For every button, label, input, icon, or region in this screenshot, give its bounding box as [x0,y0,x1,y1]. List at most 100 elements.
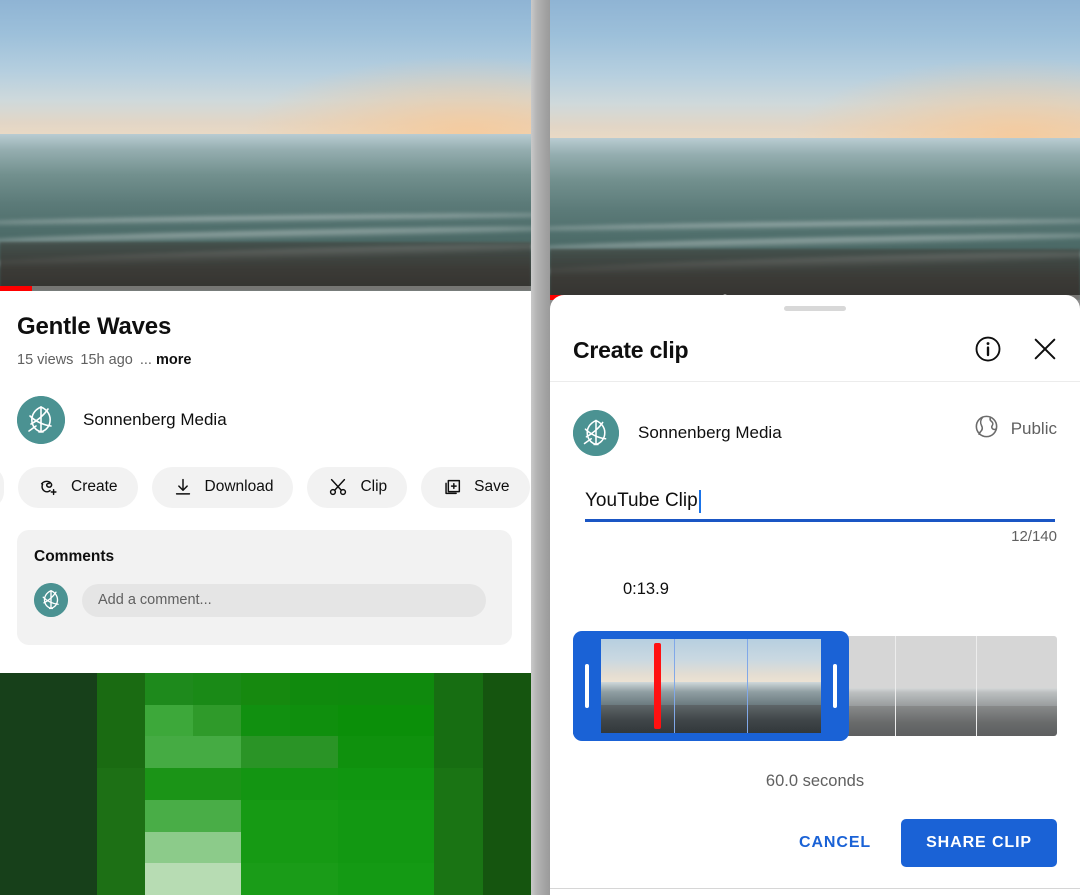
clip-title-value: YouTube Clip [585,490,698,511]
green-pixel [482,863,531,895]
scissors-icon [327,476,349,498]
selection-handle-right[interactable] [832,664,837,708]
video-sand [0,241,531,291]
comments-heading: Comments [34,548,115,565]
privacy-selector[interactable]: Public [973,413,1057,445]
chip-label: Create [71,478,118,495]
comment-placeholder: Add a comment... [98,592,212,608]
input-underline [585,519,1055,522]
video-meta[interactable]: 15 views 15h ago... more [17,352,191,368]
green-pixel [386,863,435,895]
green-pixel [482,704,531,737]
screenshot-stage: Gentle Waves 15 views 15h ago... more So… [0,0,1080,895]
timeline-frame [895,636,977,736]
green-pixel [96,768,145,800]
green-pixel [482,768,531,800]
green-pixel [337,704,387,737]
green-pixel [289,673,338,705]
avatar [573,410,619,456]
green-pixel [48,736,97,769]
green-pixel [289,736,338,769]
create-button[interactable]: Create [18,466,138,508]
download-button[interactable]: Download [151,466,294,508]
selection-handle-left[interactable] [585,664,589,708]
green-pixel [482,831,531,864]
green-pixel [337,736,387,769]
selection-frames [601,639,821,733]
green-pixel [434,768,483,800]
green-pixel [337,673,387,705]
clip-start-time: 0:13.9 [623,580,669,598]
green-pixel [96,673,145,705]
info-circle-icon[interactable] [973,334,1003,369]
video-sky [0,0,531,140]
ellipsis: ... [139,352,152,368]
avatar [34,583,68,617]
green-pixel [144,768,194,800]
green-pixel [434,673,483,705]
timeline-frame [976,636,1057,736]
sheet-header-icons [973,333,1061,370]
green-pixel [193,863,242,895]
channel-name[interactable]: Sonnenberg Media [83,410,227,430]
sheet-title: Create clip [573,337,689,363]
add-comment-input[interactable]: Add a comment... [82,583,486,617]
green-pixel [434,831,483,864]
character-counter: 12/140 [1011,528,1057,545]
green-pixel [337,799,387,832]
right-video-player[interactable] [550,0,1080,300]
green-pixel [0,831,49,864]
clip-duration-label: 60.0 seconds [765,772,865,790]
sheet-channel-row[interactable]: Sonnenberg Media [573,410,782,456]
green-pixel [241,736,290,769]
pixelated-green-block [0,673,531,895]
green-pixel [144,799,194,832]
avatar [17,396,65,444]
green-pixel [96,863,145,895]
left-video-info: Gentle Waves 15 views 15h ago... more So… [0,291,531,673]
timeline-frame [747,639,821,733]
green-pixel [386,704,435,737]
green-pixel [241,799,290,832]
clip-selection-range[interactable] [573,631,849,741]
green-pixel [289,863,338,895]
sheet-action-row: CANCEL SHARE CLIP [795,819,1057,867]
action-chip-row[interactable]: Create Download Clip Save [0,465,531,509]
chip-label: Save [474,478,510,495]
create-clip-sheet: Create clip Sonnenberg Media Public YouT… [550,295,1080,895]
green-pixel [48,799,97,832]
globe-icon [973,413,1000,445]
green-pixel [241,863,290,895]
share-clip-button[interactable]: SHARE CLIP [901,819,1057,867]
green-pixel [144,673,194,705]
channel-name: Sonnenberg Media [638,423,782,442]
comments-card[interactable]: Comments Add a comment... [17,530,512,645]
green-pixel [193,768,242,800]
green-pixel [386,736,435,769]
action-chip-partial[interactable] [0,466,4,508]
left-video-player[interactable] [0,0,531,291]
green-pixel [0,704,49,737]
playhead-indicator[interactable] [653,643,661,729]
privacy-label: Public [1010,419,1057,438]
clip-title-field[interactable]: YouTube Clip [585,486,1055,522]
cancel-button[interactable]: CANCEL [795,824,875,862]
save-button[interactable]: Save [421,466,530,508]
green-pixel [386,673,435,705]
timeline-frame [673,639,748,733]
text-caret [698,489,701,513]
more-link[interactable]: more [156,352,191,368]
green-pixel [289,704,338,737]
save-library-icon [441,476,463,498]
green-pixel [337,768,387,800]
green-pixel [289,768,338,800]
green-pixel [434,704,483,737]
add-comment-row[interactable]: Add a comment... [34,583,486,617]
clip-button[interactable]: Clip [307,466,408,508]
green-pixel [144,831,194,864]
close-x-icon[interactable] [1029,333,1061,370]
green-pixel [144,863,194,895]
green-pixel [96,704,145,737]
channel-row[interactable]: Sonnenberg Media [17,396,227,444]
green-pixel [386,831,435,864]
